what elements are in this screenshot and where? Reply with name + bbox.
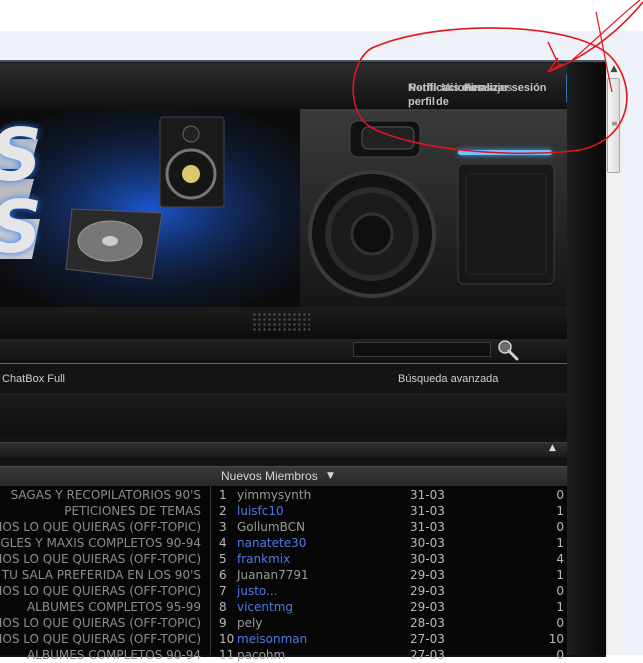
table-row: NGLES Y MAXIS COMPLETOS 90-94 4 nanatete30…	[0, 535, 567, 551]
glow-indicator	[458, 150, 552, 155]
new-members-label: Nuevos Miembros	[221, 469, 318, 483]
post-count: 0	[556, 488, 564, 502]
scrollbar-thumb[interactable]: ≡	[607, 78, 620, 173]
post-count: 1	[556, 536, 564, 550]
chatbox-link[interactable]: ChatBox Full	[2, 373, 65, 385]
profile-link[interactable]: Perfil	[409, 82, 437, 94]
banner-art	[0, 109, 567, 307]
topic-link[interactable]: ALBUMES COMPLETOS 90-94	[27, 647, 201, 663]
grip-icon: ≡	[611, 119, 618, 128]
join-date: 29-03	[410, 600, 445, 614]
search-input[interactable]	[353, 342, 491, 357]
rank-number: 2	[219, 504, 227, 518]
rank-number: 11	[219, 648, 235, 662]
join-date: 31-03	[410, 504, 445, 518]
member-link[interactable]: justo...	[237, 583, 277, 599]
logout-link[interactable]: Finalizar sesión	[464, 82, 547, 94]
rank-number: 4	[219, 536, 227, 550]
topic-link[interactable]: SAGAS Y RECOPILATORIOS 90'S	[11, 487, 201, 503]
member-link[interactable]: luisfc10	[237, 503, 284, 519]
post-count: 0	[556, 616, 564, 630]
rank-number: 3	[219, 520, 227, 534]
table-row: NOS LO QUE QUIERAS (OFF-TOPIC) 9 pely 28-03…	[0, 615, 567, 631]
table-row: ALBUMES COMPLETOS 95-99 8 vicentmg 29-03 1	[0, 599, 567, 615]
table-row: ALBUMES COMPLETOS 90-94 11 pacohm 27-03 0	[0, 647, 567, 663]
rank-number: 10	[219, 632, 235, 646]
rank-number: 7	[219, 584, 227, 598]
topic-link[interactable]: PETICIONES DE TEMAS	[64, 503, 201, 519]
rank-number: 6	[219, 568, 227, 582]
collapse-arrow-icon[interactable]: ▲	[549, 443, 556, 453]
profile-fragment[interactable]: perfil	[408, 96, 435, 108]
join-date: 30-03	[410, 536, 445, 550]
panel-de-fragment[interactable]: de	[436, 96, 449, 108]
scroll-up-icon[interactable]: ▲	[606, 62, 622, 76]
table-row: NOS LO QUE QUIERAS (OFF-TOPIC) 5 frankmix 3…	[0, 551, 567, 567]
join-date: 27-03	[410, 632, 445, 646]
post-count: 0	[556, 520, 564, 534]
post-count: 1	[556, 568, 564, 582]
topic-link[interactable]: NOS LO QUE QUIERAS (OFF-TOPIC)	[0, 583, 201, 599]
member-link[interactable]: Juanan7791	[237, 567, 309, 583]
post-count: 4	[556, 552, 564, 566]
member-link[interactable]: nanatete30	[237, 535, 306, 551]
topic-link[interactable]: TU SALA PREFERIDA EN LOS 90'S	[2, 567, 201, 583]
member-link[interactable]: frankmix	[237, 551, 290, 567]
member-link[interactable]: GollumBCN	[237, 519, 305, 535]
post-count: 0	[556, 584, 564, 598]
rank-number: 9	[219, 616, 227, 630]
member-link[interactable]: pacohm	[237, 647, 285, 663]
table-row: NOS LO QUE QUIERAS (OFF-TOPIC) 7 justo... 2…	[0, 583, 567, 599]
table-row: TU SALA PREFERIDA EN LOS 90'S 6 Juanan7791…	[0, 567, 567, 583]
member-link[interactable]: yimmysynth	[237, 487, 311, 503]
section-bar	[0, 442, 567, 457]
search-icon[interactable]	[496, 339, 520, 365]
member-link[interactable]: meisonman	[237, 631, 307, 647]
post-count: 10	[548, 632, 564, 646]
join-date: 29-03	[410, 568, 445, 582]
grille-decoration	[252, 312, 310, 332]
topic-link[interactable]: NOS LO QUE QUIERAS (OFF-TOPIC)	[0, 631, 201, 647]
site-banner: S S	[0, 109, 567, 307]
table-row: PETICIONES DE TEMAS 2 luisfc10 31-03 1	[0, 503, 567, 519]
member-link[interactable]: vicentmg	[237, 599, 293, 615]
join-date: 31-03	[410, 488, 445, 502]
rank-number: 8	[219, 600, 227, 614]
topic-link[interactable]: ALBUMES COMPLETOS 95-99	[27, 599, 201, 615]
table-row: SAGAS Y RECOPILATORIOS 90'S 1 yimmysynth 31…	[0, 487, 567, 503]
frame-right-edge	[567, 63, 606, 655]
topic-link[interactable]: NOS LO QUE QUIERAS (OFF-TOPIC)	[0, 519, 201, 535]
join-date: 28-03	[410, 616, 445, 630]
join-date: 31-03	[410, 520, 445, 534]
topic-link[interactable]: NOS LO QUE QUIERAS (OFF-TOPIC)	[0, 615, 201, 631]
member-link[interactable]: pely	[237, 615, 262, 631]
topic-link[interactable]: NGLES Y MAXIS COMPLETOS 90-94	[0, 535, 201, 551]
post-count: 0	[556, 648, 564, 662]
logo-letter: S	[0, 119, 42, 191]
logo-letter: S	[0, 191, 42, 263]
table-row: NOS LO QUE QUIERAS (OFF-TOPIC) 3 GollumBCN…	[0, 519, 567, 535]
join-date: 27-03	[410, 648, 445, 662]
advanced-search-link[interactable]: Búsqueda avanzada	[398, 373, 498, 385]
post-count: 1	[556, 600, 564, 614]
spacer-bar	[0, 394, 567, 437]
post-count: 1	[556, 504, 564, 518]
rank-number: 5	[219, 552, 227, 566]
join-date: 29-03	[410, 584, 445, 598]
rank-number: 1	[219, 488, 227, 502]
topic-link[interactable]: NOS LO QUE QUIERAS (OFF-TOPIC)	[0, 551, 201, 567]
chevron-down-icon[interactable]: ▼	[327, 471, 334, 481]
table-row: NOS LO QUE QUIERAS (OFF-TOPIC) 10 meisonma…	[0, 631, 567, 647]
join-date: 30-03	[410, 552, 445, 566]
